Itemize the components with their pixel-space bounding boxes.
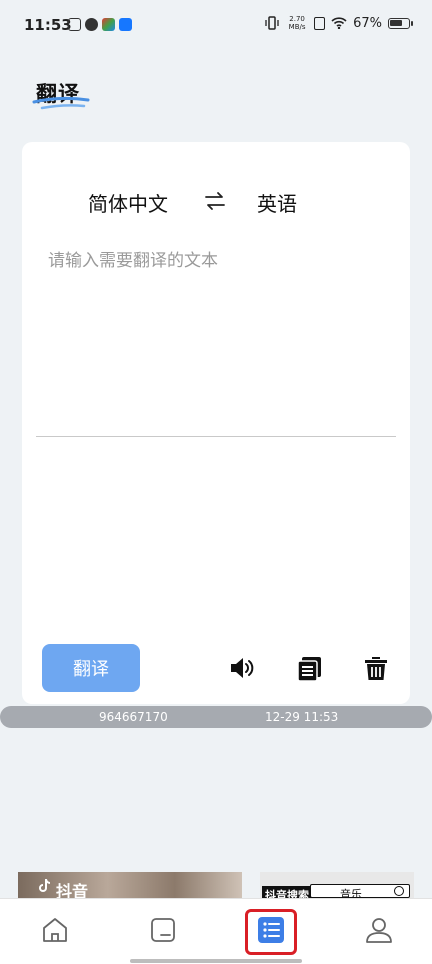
target-language-select[interactable]: 英语 <box>257 188 297 217</box>
nav-documents[interactable] <box>148 915 178 945</box>
battery-icon <box>388 17 413 29</box>
battery-percent: 67% <box>353 15 382 31</box>
clear-button[interactable] <box>362 654 390 682</box>
device-id: 964667170 <box>99 710 168 724</box>
nav-profile[interactable] <box>364 915 394 945</box>
translator-card: 简体中文 英语 翻译 <box>22 142 410 704</box>
notification-app-icon <box>85 18 98 31</box>
home-indicator <box>130 959 302 963</box>
info-datetime: 12-29 11:53 <box>265 710 339 724</box>
net-speed: 2.70 MB/s <box>286 15 308 31</box>
notification-app-icon <box>68 18 81 31</box>
net-speed-unit: MB/s <box>288 23 306 31</box>
source-language-select[interactable]: 简体中文 <box>88 188 168 217</box>
status-bar: 11:53 2.70 MB/s 67% <box>0 0 432 50</box>
notification-app-icon <box>102 18 115 31</box>
title-underline-decoration <box>32 96 90 110</box>
notification-icons <box>68 18 132 31</box>
speak-button[interactable] <box>228 654 256 682</box>
swap-languages-icon[interactable] <box>204 190 226 212</box>
home-icon <box>43 918 67 942</box>
sim-off-icon <box>314 16 326 30</box>
ad-left-label: 抖音 <box>56 882 89 900</box>
nav-home[interactable] <box>40 915 70 945</box>
copy-button[interactable] <box>296 654 324 682</box>
divider <box>36 436 396 437</box>
ad-banner-left[interactable]: 抖音 <box>18 872 242 900</box>
vibrate-icon <box>265 16 279 30</box>
trash-icon <box>365 657 387 680</box>
info-bar: 964667170 12-29 11:53 <box>0 706 432 728</box>
copy-icon <box>297 657 321 682</box>
user-icon <box>366 918 392 943</box>
ad-banner-right[interactable]: 抖音搜索 音乐 <box>260 872 414 900</box>
notification-app-icon <box>119 18 132 31</box>
status-time: 11:53 <box>24 16 72 34</box>
language-selector-row: 简体中文 英语 <box>22 188 410 218</box>
document-icon <box>151 918 175 942</box>
list-icon <box>258 917 284 943</box>
bottom-nav <box>0 898 432 964</box>
translate-button[interactable]: 翻译 <box>42 644 140 692</box>
wifi-icon <box>331 17 347 29</box>
speaker-icon <box>231 658 254 678</box>
search-icon <box>394 886 404 896</box>
net-speed-value: 2.70 <box>289 15 305 23</box>
nav-list[interactable] <box>256 915 286 945</box>
source-text-input[interactable] <box>48 246 388 426</box>
tiktok-logo-icon <box>39 878 51 892</box>
status-indicators: 2.70 MB/s 67% <box>264 15 413 31</box>
